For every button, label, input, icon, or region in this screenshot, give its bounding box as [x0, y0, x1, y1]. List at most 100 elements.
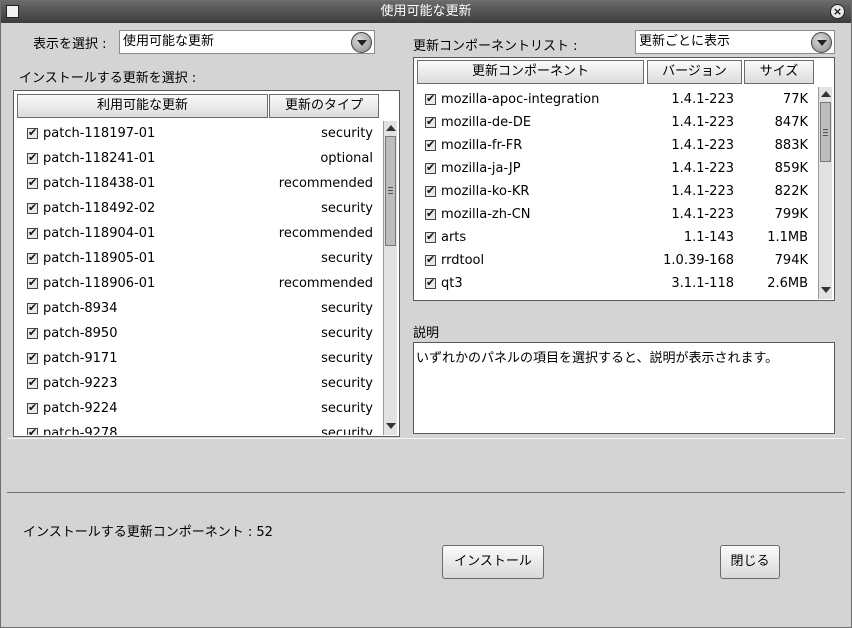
- component-name: arts: [441, 230, 467, 245]
- column-header-type[interactable]: 更新のタイプ: [269, 94, 379, 118]
- table-row[interactable]: patch-118905-01 security: [15, 246, 381, 271]
- table-row[interactable]: patch-9171 security: [15, 346, 381, 371]
- component-size: 822K: [774, 184, 808, 199]
- table-row[interactable]: patch-9224 security: [15, 396, 381, 421]
- table-row[interactable]: patch-118904-01 recommended: [15, 221, 381, 246]
- checkbox[interactable]: [27, 276, 38, 289]
- install-button[interactable]: インストール: [442, 545, 544, 579]
- scroll-thumb[interactable]: [385, 136, 396, 246]
- component-version: 1.0.39-168: [663, 253, 734, 268]
- window-menu-icon[interactable]: [6, 5, 19, 18]
- component-size: 799K: [774, 207, 808, 222]
- checkbox[interactable]: [425, 92, 436, 105]
- update-window: 使用可能な更新 × 表示を選択 : 使用可能な更新 インストールする更新を選択 …: [0, 0, 852, 628]
- table-row[interactable]: mozilla-apoc-integration 1.4.1-223 77K: [416, 88, 816, 111]
- chevron-down-icon[interactable]: [811, 32, 832, 53]
- column-header-component[interactable]: 更新コンポーネント: [417, 60, 644, 84]
- checkbox[interactable]: [27, 126, 38, 139]
- component-name: mozilla-ko-KR: [441, 184, 530, 199]
- table-row[interactable]: patch-118492-02 security: [15, 196, 381, 221]
- close-window-icon[interactable]: ×: [830, 4, 845, 19]
- checkbox[interactable]: [27, 251, 38, 264]
- update-type: security: [321, 326, 373, 341]
- table-row[interactable]: patch-8950 security: [15, 321, 381, 346]
- component-name: rrdtool: [441, 253, 485, 268]
- checkbox[interactable]: [27, 351, 38, 364]
- component-name: mozilla-ja-JP: [441, 161, 521, 176]
- component-size: 77K: [782, 92, 808, 107]
- component-version: 1.1-143: [683, 230, 734, 245]
- table-row[interactable]: mozilla-ja-JP 1.4.1-223 859K: [416, 157, 816, 180]
- description-text: いずれかのパネルの項目を選択すると、説明が表示されます。: [416, 351, 779, 366]
- component-size: 847K: [774, 115, 808, 130]
- checkbox[interactable]: [27, 326, 38, 339]
- checkbox[interactable]: [425, 253, 436, 266]
- checkbox[interactable]: [425, 207, 436, 220]
- update-name: patch-9224: [43, 401, 118, 416]
- table-row[interactable]: qt3 3.1.1-118 2.6MB: [416, 272, 816, 295]
- component-list-label: 更新コンポーネントリスト :: [413, 39, 578, 54]
- scroll-down-icon[interactable]: [820, 284, 831, 295]
- component-view-select[interactable]: 更新ごとに表示: [635, 30, 835, 54]
- component-size: 883K: [774, 138, 808, 153]
- checkbox[interactable]: [27, 151, 38, 164]
- table-row[interactable]: patch-118438-01 recommended: [15, 171, 381, 196]
- checkbox[interactable]: [425, 115, 436, 128]
- table-row[interactable]: patch-9278 security: [15, 421, 381, 435]
- update-type: security: [321, 351, 373, 366]
- checkbox[interactable]: [425, 276, 436, 289]
- components-scrollbar[interactable]: [818, 87, 832, 299]
- checkbox[interactable]: [27, 401, 38, 414]
- table-row[interactable]: patch-118241-01 optional: [15, 146, 381, 171]
- table-row[interactable]: patch-118197-01 security: [15, 121, 381, 146]
- table-row[interactable]: arts 1.1-143 1.1MB: [416, 226, 816, 249]
- checkbox[interactable]: [425, 161, 436, 174]
- component-version: 1.4.1-223: [671, 184, 734, 199]
- checkbox[interactable]: [27, 301, 38, 314]
- table-row[interactable]: mozilla-zh-CN 1.4.1-223 799K: [416, 203, 816, 226]
- column-header-version[interactable]: バージョン: [647, 60, 742, 84]
- table-row[interactable]: mozilla-fr-FR 1.4.1-223 883K: [416, 134, 816, 157]
- update-name: patch-8934: [43, 301, 118, 316]
- update-type: security: [321, 126, 373, 141]
- close-button[interactable]: 閉じる: [720, 545, 780, 579]
- install-select-label: インストールする更新を選択 :: [19, 71, 197, 86]
- update-type: recommended: [278, 226, 373, 241]
- update-type: recommended: [278, 276, 373, 291]
- scroll-thumb[interactable]: [820, 102, 831, 162]
- column-header-update[interactable]: 利用可能な更新: [17, 94, 268, 118]
- view-select[interactable]: 使用可能な更新: [119, 30, 375, 54]
- updates-scrollbar[interactable]: [383, 121, 397, 435]
- checkbox[interactable]: [27, 176, 38, 189]
- update-type: security: [321, 426, 373, 435]
- component-version: 1.4.1-223: [671, 115, 734, 130]
- component-size: 1.1MB: [767, 230, 808, 245]
- column-header-size[interactable]: サイズ: [744, 60, 814, 84]
- window-title: 使用可能な更新: [380, 4, 472, 19]
- checkbox[interactable]: [27, 201, 38, 214]
- separator-band: [7, 438, 845, 493]
- scroll-down-icon[interactable]: [385, 420, 396, 431]
- component-view-select-value: 更新ごとに表示: [639, 34, 731, 49]
- components-table: 更新コンポーネント バージョン サイズ mozilla-apoc-integra…: [413, 57, 835, 301]
- checkbox[interactable]: [425, 230, 436, 243]
- scroll-up-icon[interactable]: [820, 89, 831, 100]
- chevron-down-icon[interactable]: [351, 32, 372, 53]
- component-name: mozilla-fr-FR: [441, 138, 523, 153]
- checkbox[interactable]: [27, 426, 38, 435]
- table-row[interactable]: mozilla-de-DE 1.4.1-223 847K: [416, 111, 816, 134]
- checkbox[interactable]: [27, 226, 38, 239]
- update-name: patch-9278: [43, 426, 118, 435]
- table-row[interactable]: patch-118906-01 recommended: [15, 271, 381, 296]
- table-row[interactable]: mozilla-ko-KR 1.4.1-223 822K: [416, 180, 816, 203]
- checkbox[interactable]: [27, 376, 38, 389]
- table-row[interactable]: rrdtool 1.0.39-168 794K: [416, 249, 816, 272]
- checkbox[interactable]: [425, 184, 436, 197]
- table-row[interactable]: patch-8934 security: [15, 296, 381, 321]
- scroll-up-icon[interactable]: [385, 123, 396, 134]
- table-row[interactable]: patch-9223 security: [15, 371, 381, 396]
- update-type: security: [321, 301, 373, 316]
- update-type: security: [321, 401, 373, 416]
- checkbox[interactable]: [425, 138, 436, 151]
- update-type: security: [321, 251, 373, 266]
